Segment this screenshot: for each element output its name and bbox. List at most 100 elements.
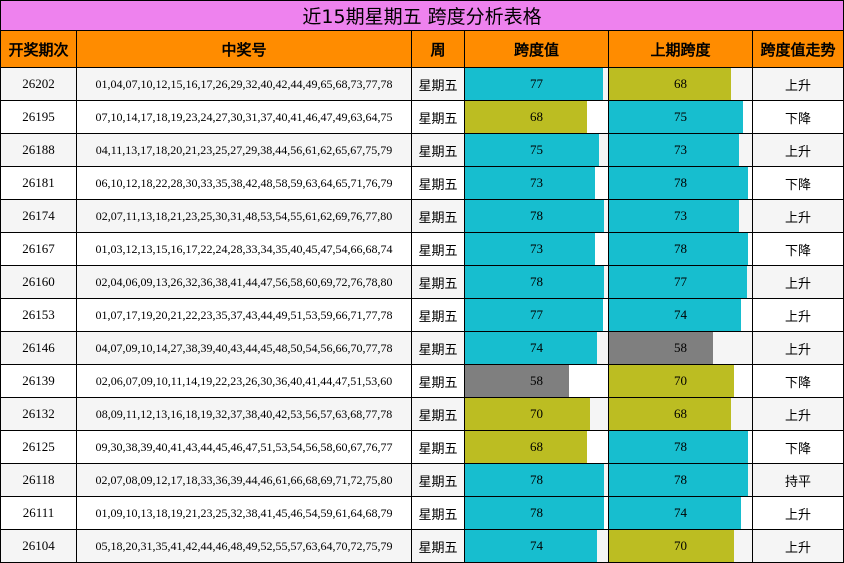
- numbers-cell: 01,09,10,13,18,19,21,23,25,32,38,41,45,4…: [76, 496, 412, 530]
- span-analysis-table: 近15期星期五 跨度分析表格 开奖期次 中奖号 周 跨度值 上期跨度 跨度值走势…: [0, 0, 844, 563]
- week-cell: 星期五: [411, 397, 465, 431]
- prev-span-value: 68: [674, 406, 687, 421]
- prev-span-bar-cell: 73: [608, 133, 753, 167]
- span-bar: [465, 365, 569, 397]
- trend-cell: 上升: [751, 397, 844, 431]
- prev-span-value: 68: [674, 76, 687, 91]
- week-cell: 星期五: [411, 463, 465, 497]
- prev-span-value: 70: [674, 538, 687, 553]
- prev-span-value: 78: [674, 472, 687, 487]
- span-bar-cell: 75: [464, 133, 609, 167]
- week-cell: 星期五: [411, 100, 465, 134]
- prev-span-value: 73: [674, 142, 687, 157]
- span-bar-cell: 74: [464, 529, 609, 563]
- week-cell: 星期五: [411, 364, 465, 398]
- table-row: 26188 04,11,13,17,18,20,21,23,25,27,29,38…: [0, 133, 844, 167]
- trend-cell: 上升: [751, 265, 844, 299]
- trend-cell: 上升: [751, 496, 844, 530]
- span-value: 68: [530, 439, 543, 454]
- numbers-cell: 01,03,12,13,15,16,17,22,24,28,33,34,35,4…: [76, 232, 412, 266]
- prev-span-bar: [609, 398, 731, 430]
- span-bar-cell: 73: [464, 232, 609, 266]
- prev-span-bar-cell: 68: [608, 67, 753, 101]
- span-bar: [465, 101, 587, 133]
- span-value: 73: [530, 175, 543, 190]
- numbers-cell: 02,07,08,09,12,17,18,33,36,39,44,46,61,6…: [76, 463, 412, 497]
- table-row: 26202 01,04,07,10,12,15,16,17,26,29,32,40…: [0, 67, 844, 101]
- span-value: 78: [530, 274, 543, 289]
- trend-cell: 下降: [751, 232, 844, 266]
- header-week: 周: [411, 30, 465, 68]
- issue-cell: 26181: [0, 166, 77, 200]
- span-bar-cell: 78: [464, 496, 609, 530]
- span-bar-cell: 77: [464, 67, 609, 101]
- span-value: 74: [530, 340, 543, 355]
- prev-span-value: 58: [674, 340, 687, 355]
- week-cell: 星期五: [411, 298, 465, 332]
- trend-cell: 上升: [751, 331, 844, 365]
- numbers-cell: 02,07,11,13,18,21,23,25,30,31,48,53,54,5…: [76, 199, 412, 233]
- issue-cell: 26188: [0, 133, 77, 167]
- header-numbers: 中奖号: [76, 30, 412, 68]
- numbers-cell: 01,04,07,10,12,15,16,17,26,29,32,40,42,4…: [76, 67, 412, 101]
- span-value: 73: [530, 241, 543, 256]
- prev-span-bar-cell: 77: [608, 265, 753, 299]
- numbers-cell: 02,04,06,09,13,26,32,36,38,41,44,47,56,5…: [76, 265, 412, 299]
- week-cell: 星期五: [411, 199, 465, 233]
- prev-span-bar-cell: 68: [608, 397, 753, 431]
- week-cell: 星期五: [411, 331, 465, 365]
- issue-cell: 26132: [0, 397, 77, 431]
- numbers-cell: 06,10,12,18,22,28,30,33,35,38,42,48,58,5…: [76, 166, 412, 200]
- prev-span-bar-cell: 58: [608, 331, 753, 365]
- span-value: 78: [530, 505, 543, 520]
- prev-span-value: 70: [674, 373, 687, 388]
- numbers-cell: 07,10,14,17,18,19,23,24,27,30,31,37,40,4…: [76, 100, 412, 134]
- numbers-cell: 08,09,11,12,13,16,18,19,32,37,38,40,42,5…: [76, 397, 412, 431]
- prev-span-value: 75: [674, 109, 687, 124]
- span-value: 77: [530, 307, 543, 322]
- week-cell: 星期五: [411, 496, 465, 530]
- header-issue: 开奖期次: [0, 30, 77, 68]
- trend-cell: 下降: [751, 364, 844, 398]
- trend-cell: 下降: [751, 100, 844, 134]
- trend-cell: 持平: [751, 463, 844, 497]
- issue-cell: 26146: [0, 331, 77, 365]
- table-row: 26125 09,30,38,39,40,41,43,44,45,46,47,51…: [0, 430, 844, 464]
- issue-cell: 26202: [0, 67, 77, 101]
- prev-span-bar-cell: 75: [608, 100, 753, 134]
- numbers-cell: 02,06,07,09,10,11,14,19,22,23,26,30,36,4…: [76, 364, 412, 398]
- issue-cell: 26111: [0, 496, 77, 530]
- table-row: 26160 02,04,06,09,13,26,32,36,38,41,44,47…: [0, 265, 844, 299]
- trend-cell: 上升: [751, 199, 844, 233]
- span-value: 68: [530, 109, 543, 124]
- table-row: 26195 07,10,14,17,18,19,23,24,27,30,31,37…: [0, 100, 844, 134]
- issue-cell: 26153: [0, 298, 77, 332]
- numbers-cell: 01,07,17,19,20,21,22,23,35,37,43,44,49,5…: [76, 298, 412, 332]
- week-cell: 星期五: [411, 67, 465, 101]
- table-row: 26174 02,07,11,13,18,21,23,25,30,31,48,53…: [0, 199, 844, 233]
- span-value: 75: [530, 142, 543, 157]
- trend-cell: 上升: [751, 133, 844, 167]
- issue-cell: 26167: [0, 232, 77, 266]
- issue-cell: 26160: [0, 265, 77, 299]
- span-bar-cell: 78: [464, 463, 609, 497]
- prev-span-bar-cell: 70: [608, 529, 753, 563]
- prev-span-bar-cell: 78: [608, 166, 753, 200]
- table-row: 26139 02,06,07,09,10,11,14,19,22,23,26,30…: [0, 364, 844, 398]
- span-bar-cell: 58: [464, 364, 609, 398]
- span-value: 58: [530, 373, 543, 388]
- week-cell: 星期五: [411, 265, 465, 299]
- prev-span-bar-cell: 73: [608, 199, 753, 233]
- week-cell: 星期五: [411, 430, 465, 464]
- prev-span-bar: [609, 68, 731, 100]
- issue-cell: 26125: [0, 430, 77, 464]
- span-value: 77: [530, 76, 543, 91]
- span-bar-cell: 77: [464, 298, 609, 332]
- issue-cell: 26118: [0, 463, 77, 497]
- prev-span-bar-cell: 78: [608, 232, 753, 266]
- span-bar-cell: 68: [464, 430, 609, 464]
- table-row: 26167 01,03,12,13,15,16,17,22,24,28,33,34…: [0, 232, 844, 266]
- header-span: 跨度值: [464, 30, 609, 68]
- span-bar: [465, 398, 591, 430]
- table-row: 26181 06,10,12,18,22,28,30,33,35,38,42,48…: [0, 166, 844, 200]
